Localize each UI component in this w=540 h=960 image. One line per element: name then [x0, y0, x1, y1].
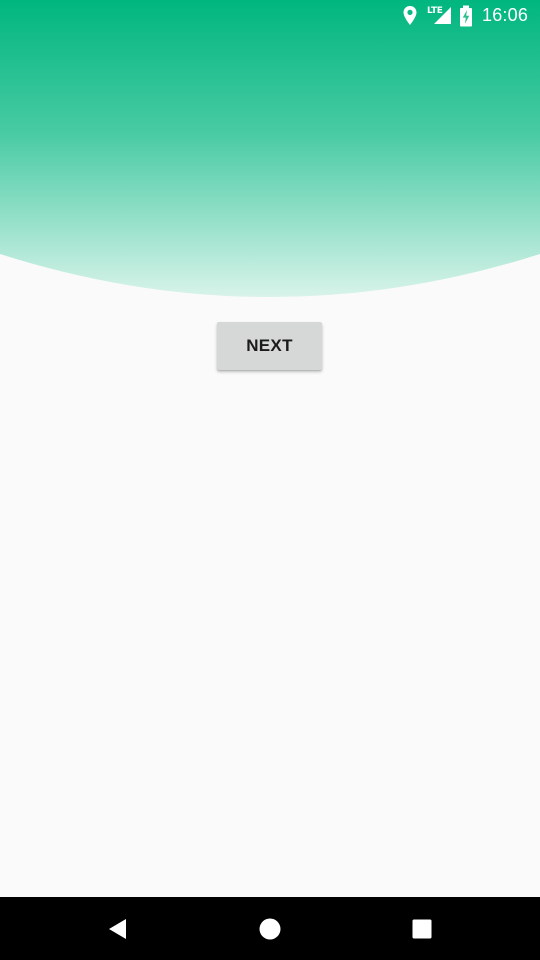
navigation-bar — [0, 897, 540, 960]
app-screen: LTE 16:06 NEXT — [0, 0, 540, 960]
battery-charging-icon — [460, 5, 472, 27]
home-button[interactable] — [252, 911, 288, 947]
status-bar: LTE 16:06 — [0, 0, 540, 32]
location-icon — [403, 6, 417, 25]
back-button[interactable] — [100, 911, 136, 947]
recents-button[interactable] — [404, 911, 440, 947]
next-button[interactable]: NEXT — [217, 322, 322, 370]
status-clock: 16:06 — [482, 5, 529, 25]
back-icon — [109, 919, 126, 939]
recents-icon — [412, 919, 432, 939]
signal-icon — [434, 7, 451, 24]
home-icon — [259, 918, 281, 940]
header-curved-gradient — [0, 0, 540, 297]
